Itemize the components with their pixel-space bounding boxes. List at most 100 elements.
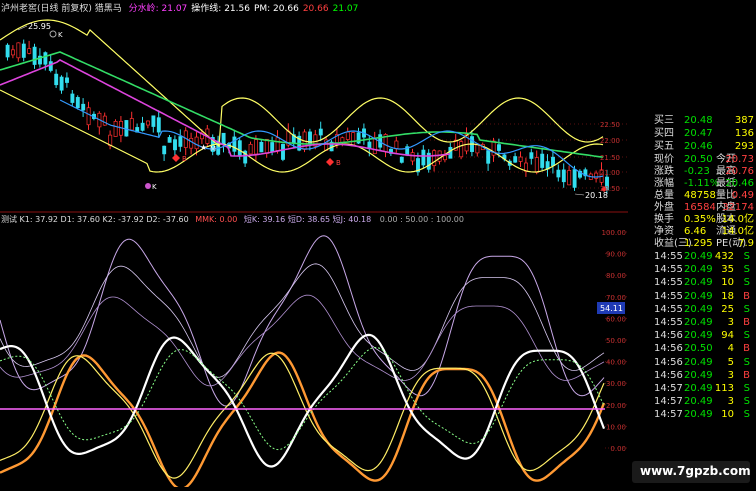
tick-side: S bbox=[743, 251, 750, 262]
tick-price: 20.49 bbox=[684, 409, 713, 421]
tick-side: S bbox=[743, 303, 750, 315]
candle-body bbox=[394, 140, 399, 149]
tick-time: 14:55 bbox=[654, 303, 683, 315]
tick-time: 14:57 bbox=[654, 383, 683, 394]
price-tick-label: 20.50 bbox=[600, 185, 620, 193]
indicator-tick-label: 40.00 bbox=[606, 359, 626, 367]
tick-price: 20.49 bbox=[684, 264, 713, 276]
candle-body bbox=[43, 52, 48, 65]
candle-body bbox=[221, 132, 226, 145]
tick-price: 20.49 bbox=[684, 330, 713, 342]
level-label: 买五 bbox=[654, 141, 674, 152]
k-marker-2 bbox=[145, 183, 151, 189]
tick-time: 14:55 bbox=[654, 251, 683, 262]
tick-time: 14:56 bbox=[654, 343, 683, 355]
quote-field-row: 收益(三) 1.295 PE(动) 7.9 bbox=[628, 237, 756, 250]
candle-body bbox=[54, 73, 59, 86]
tick-volume: 5 bbox=[727, 356, 734, 368]
short-kdj-values: 短K: 39.16 短D: 38.65 短J: 40.18 bbox=[243, 215, 372, 224]
candle-body bbox=[486, 150, 491, 164]
level-price: 20.48 bbox=[684, 115, 713, 126]
candle-body bbox=[86, 107, 91, 126]
tick-side: S bbox=[743, 277, 750, 289]
candle-body bbox=[146, 120, 150, 126]
tick-price: 20.49 bbox=[684, 369, 713, 381]
tick-side: S bbox=[743, 409, 750, 421]
candle-body bbox=[113, 121, 118, 137]
level-label: 买三 bbox=[654, 115, 674, 126]
indicator-title: 测试 K1: 37.92 D1: 37.60 K2: -37.92 D2: -3… bbox=[1, 215, 189, 224]
candle-body bbox=[351, 132, 356, 147]
candle-body bbox=[27, 48, 32, 54]
masked-area bbox=[430, 0, 628, 108]
candle-body bbox=[540, 153, 545, 168]
tick-time: 14:56 bbox=[654, 356, 683, 368]
tick-side: B bbox=[743, 369, 750, 381]
bid-level-row: 买五 20.46 293 bbox=[628, 140, 756, 153]
candle-body bbox=[248, 143, 253, 155]
legend-item: 操作线: 21.56 bbox=[191, 4, 250, 14]
watermark-text: www.7gpzb.com bbox=[640, 464, 751, 478]
legend-item: 20.66 bbox=[302, 4, 329, 14]
candle-body bbox=[5, 44, 10, 58]
candle-body bbox=[32, 46, 37, 65]
indicator-tick-label: 100.00 bbox=[602, 229, 627, 237]
field-value: 7.9 bbox=[738, 238, 754, 249]
candle-body bbox=[151, 115, 156, 127]
candle-body bbox=[556, 169, 561, 178]
indicator-tick-label: 80.00 bbox=[606, 272, 626, 280]
candle-body bbox=[513, 156, 518, 163]
price-tick-label: 22.50 bbox=[600, 121, 620, 129]
kline-chart[interactable]: 25.95 K K B ★ M B 20.18 22.5022.0021.502… bbox=[0, 0, 628, 491]
tick-volume: 3 bbox=[727, 369, 734, 381]
mmk-value: MMK: 0.00 bbox=[195, 215, 238, 224]
tick-row: 14:57 20.49 3 S bbox=[628, 395, 756, 408]
candle-body bbox=[567, 170, 572, 186]
legend-item: 分水岭: 21.07 bbox=[128, 4, 188, 14]
tick-side: S bbox=[743, 330, 750, 342]
candle-body bbox=[497, 144, 501, 151]
candle-body bbox=[443, 155, 447, 161]
candle-body bbox=[16, 42, 21, 59]
tick-time: 14:57 bbox=[654, 396, 683, 408]
candle-body bbox=[551, 156, 555, 166]
candle-body bbox=[129, 118, 134, 131]
indicator-tick-label: 90.00 bbox=[606, 251, 626, 259]
candle-body bbox=[21, 43, 26, 58]
price-tick-label: 22.00 bbox=[600, 137, 620, 145]
tick-price: 20.49 bbox=[684, 317, 713, 328]
tick-price: 20.49 bbox=[684, 303, 713, 315]
tick-price: 20.49 bbox=[684, 277, 713, 289]
chart-area[interactable]: 25.95 K K B ★ M B 20.18 22.50 22.00 21.50 2… bbox=[0, 0, 628, 491]
candle-body bbox=[594, 172, 599, 179]
candle-body bbox=[529, 152, 534, 159]
masked-box bbox=[268, 228, 490, 262]
level-volume: 293 bbox=[734, 141, 754, 152]
legend-item: 21.07 bbox=[332, 4, 359, 14]
tick-row: 14:57 20.49 113 S bbox=[628, 382, 756, 395]
tick-volume: 3 bbox=[727, 317, 734, 328]
indicator-tick-label: 50.00 bbox=[606, 337, 626, 345]
candle-body bbox=[81, 103, 86, 111]
candle-body bbox=[102, 115, 107, 126]
tick-volume: 94 bbox=[721, 330, 734, 342]
chart-title: 泸州老窖(日线 前复权) 猎黑马 bbox=[1, 4, 122, 14]
tick-side: B bbox=[743, 317, 750, 328]
indicator-tick-label: 0.00 bbox=[610, 445, 626, 453]
tick-volume: 3 bbox=[727, 396, 734, 408]
tick-time: 14:55 bbox=[654, 317, 683, 328]
candle-body bbox=[254, 139, 258, 155]
tick-time: 14:55 bbox=[654, 290, 683, 302]
candle-body bbox=[432, 150, 437, 166]
candle-body bbox=[75, 97, 80, 109]
candle-body bbox=[448, 146, 453, 159]
high-price-label: 25.95 bbox=[28, 22, 51, 31]
price-tick-label: 21.50 bbox=[600, 154, 620, 162]
star-marker: ★ bbox=[200, 143, 207, 152]
tick-side: S bbox=[743, 396, 750, 408]
candle-body bbox=[156, 117, 161, 133]
candle-body bbox=[410, 152, 415, 162]
candle-body bbox=[162, 145, 167, 155]
tick-row: 14:56 20.49 94 S bbox=[628, 329, 756, 342]
candle-body bbox=[189, 137, 194, 149]
